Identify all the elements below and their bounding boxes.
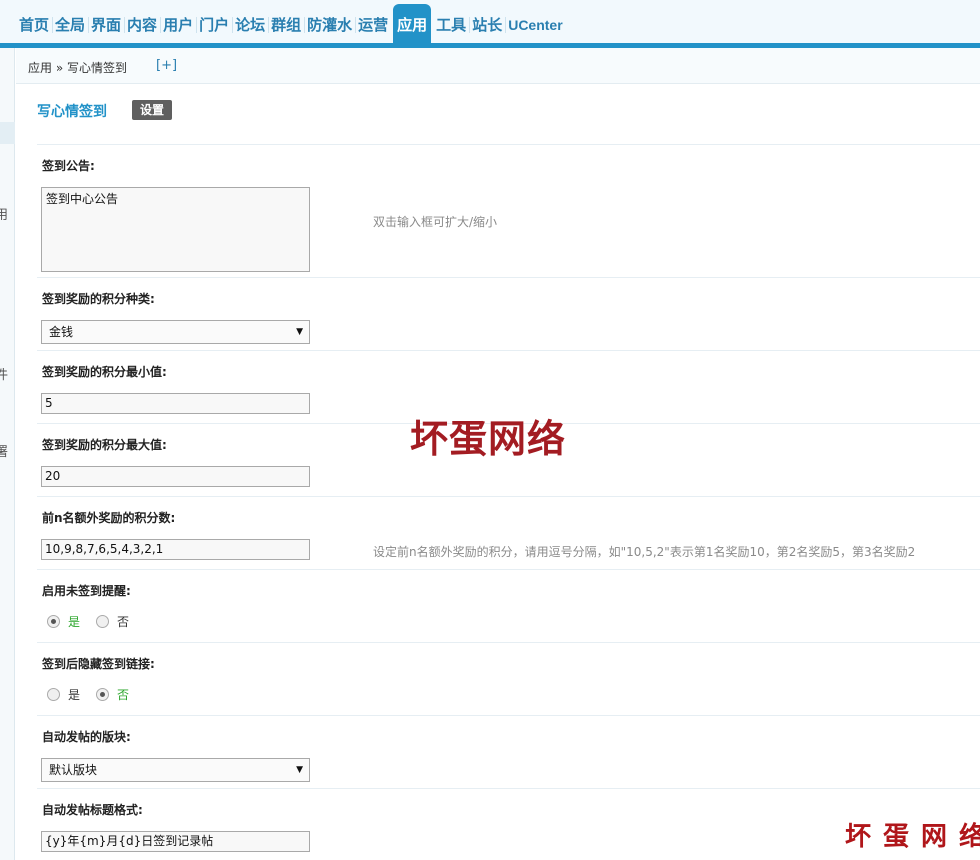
left-sidebar-edge: 用 件 署: [0, 48, 15, 860]
notice-textarea[interactable]: 签到中心公告: [41, 187, 310, 272]
form-row-remind: 启用未签到提醒: 是 否: [37, 569, 980, 642]
breadcrumb: 应用 » 写心情签到 [+]: [16, 48, 980, 84]
nav-item-founder[interactable]: 站长: [469, 4, 505, 43]
field-label: 签到公告:: [42, 159, 95, 173]
credit-type-select[interactable]: 金钱 ▼: [41, 320, 310, 344]
nav-list: 首页 全局 界面 内容 用户 门户 论坛 群组 防灌水 运营 应用 工具 站长 …: [16, 4, 566, 43]
field-label: 签到奖励的积分最大值:: [42, 438, 167, 452]
form-row-top-n: 前n名额外奖励的积分数: 10,9,8,7,6,5,4,3,2,1 设定前n名额…: [37, 496, 980, 569]
sidebar-fragment[interactable]: 署: [0, 441, 8, 460]
credit-max-input[interactable]: 20: [41, 466, 310, 487]
form-row-notice: 签到公告: 签到中心公告 双击输入框可扩大/缩小: [37, 144, 980, 277]
radio-label-yes[interactable]: 是: [68, 613, 80, 630]
chevron-down-icon: ▼: [296, 327, 303, 337]
nav-item-forum[interactable]: 论坛: [232, 4, 268, 43]
top-nav: 首页 全局 界面 内容 用户 门户 论坛 群组 防灌水 运营 应用 工具 站长 …: [0, 0, 980, 48]
nav-item-portal[interactable]: 门户: [196, 4, 232, 43]
hide-link-no-radio[interactable]: [96, 688, 110, 701]
watermark-corner: 坏蛋网络: [845, 822, 980, 852]
nav-item-style[interactable]: 界面: [88, 4, 124, 43]
nav-item-apps[interactable]: 应用: [393, 4, 432, 43]
breadcrumb-text: 应用 » 写心情签到: [28, 61, 127, 75]
radio-label-no[interactable]: 否: [117, 613, 129, 630]
field-label: 签到后隐藏签到链接:: [42, 657, 155, 671]
field-label: 自动发帖的版块:: [42, 730, 131, 744]
field-tip: 设定前n名额外奖励的积分，请用逗号分隔，如"10,5,2"表示第1名奖励10，第…: [373, 545, 916, 559]
hide-link-yes-radio[interactable]: [47, 688, 60, 701]
sidebar-fragment[interactable]: 件: [0, 364, 8, 383]
page-title: 写心情签到: [37, 104, 107, 120]
nav-item-user[interactable]: 用户: [160, 4, 196, 43]
tab-settings[interactable]: 设置: [132, 100, 172, 120]
radio-label-yes[interactable]: 是: [68, 686, 80, 703]
form-row-hide-link: 签到后隐藏签到链接: 是 否: [37, 642, 980, 715]
nav-item-operation[interactable]: 运营: [355, 4, 391, 43]
remind-yes-radio[interactable]: [47, 615, 60, 628]
radio-label-no[interactable]: 否: [117, 686, 129, 703]
nav-item-group[interactable]: 群组: [268, 4, 304, 43]
field-label: 启用未签到提醒:: [42, 584, 131, 598]
select-value: 默认版块: [49, 763, 98, 777]
credit-min-input[interactable]: 5: [41, 393, 310, 414]
form-row-title-format: 自动发帖标题格式: {y}年{m}月{d}日签到记录帖: [37, 788, 980, 860]
nav-item-global[interactable]: 全局: [52, 4, 88, 43]
nav-item-antispam[interactable]: 防灌水: [304, 4, 355, 43]
field-label: 前n名额外奖励的积分数:: [42, 511, 176, 525]
forum-select[interactable]: 默认版块 ▼: [41, 758, 310, 782]
add-shortcut-button[interactable]: [+]: [156, 58, 177, 73]
field-label: 签到奖励的积分最小值:: [42, 365, 167, 379]
form-row-forum: 自动发帖的版块: 默认版块 ▼: [37, 715, 980, 788]
remind-no-radio[interactable]: [96, 615, 110, 628]
hide-link-radio-group: 是 否: [47, 686, 145, 703]
nav-item-content[interactable]: 内容: [124, 4, 160, 43]
field-label: 自动发帖标题格式:: [42, 803, 143, 817]
nav-item-tools[interactable]: 工具: [433, 4, 469, 43]
field-label: 签到奖励的积分种类:: [42, 292, 155, 306]
remind-radio-group: 是 否: [47, 613, 145, 630]
sidebar-active-item[interactable]: [0, 122, 15, 144]
chevron-down-icon: ▼: [296, 765, 303, 775]
top-n-input[interactable]: 10,9,8,7,6,5,4,3,2,1: [41, 539, 310, 560]
field-tip: 双击输入框可扩大/缩小: [373, 215, 498, 229]
nav-item-home[interactable]: 首页: [16, 4, 52, 43]
title-format-input[interactable]: {y}年{m}月{d}日签到记录帖: [41, 831, 310, 852]
watermark-center: 坏蛋网络: [410, 416, 567, 461]
nav-item-ucenter[interactable]: UCenter: [505, 4, 565, 43]
form-row-credit-type: 签到奖励的积分种类: 金钱 ▼: [37, 277, 980, 350]
sidebar-fragment[interactable]: 用: [0, 204, 8, 223]
select-value: 金钱: [49, 325, 74, 339]
